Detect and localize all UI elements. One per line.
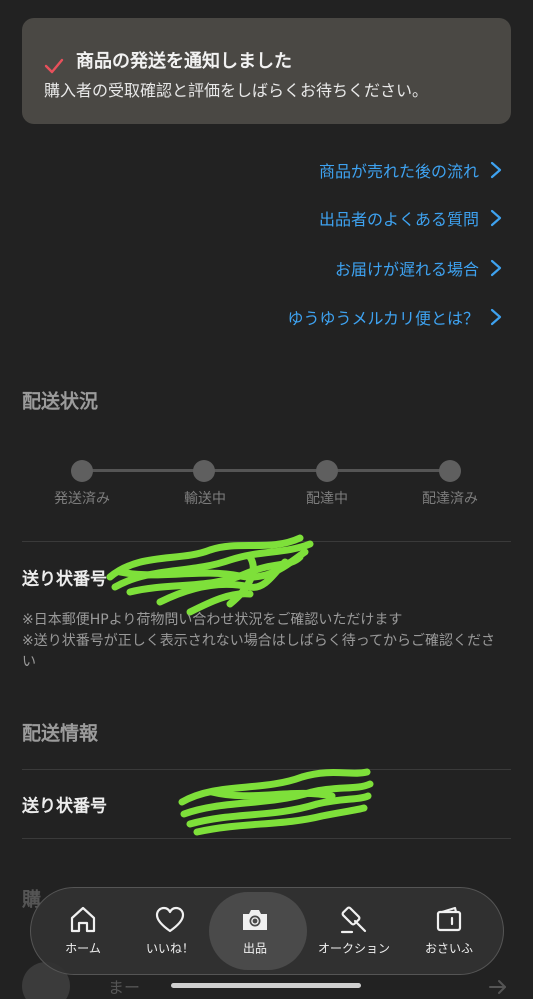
divider (22, 838, 511, 839)
nav-label: おさいふ (424, 941, 474, 956)
nav-label: ホーム (65, 941, 101, 956)
home-indicator[interactable] (171, 983, 361, 988)
nav-wallet[interactable]: おさいふ (401, 888, 497, 976)
status-dot-delivered (439, 460, 461, 482)
redaction-scribble (178, 768, 374, 836)
link-seller-faq[interactable]: 出品者のよくある質問 (319, 203, 503, 233)
nav-sell[interactable]: 出品 (207, 888, 307, 976)
nav-label: オークション (317, 941, 391, 956)
status-dot-shipped (71, 460, 93, 482)
chevron-right-icon (490, 259, 502, 277)
buyer-name: まー (108, 978, 141, 997)
notice-message: 購入者の受取確認と評価をしばらくお待ちください。 (44, 81, 429, 100)
nav-label: いいね！ (145, 941, 195, 956)
link-label: 出品者のよくある質問 (318, 210, 479, 229)
link-delivery-delay[interactable]: お届けが遅れる場合 (335, 253, 503, 283)
status-step-label: 配達済み (422, 491, 478, 507)
link-label: お届けが遅れる場合 (334, 260, 479, 279)
chevron-right-icon (490, 161, 502, 179)
status-step-label: 発送済み (54, 491, 110, 507)
arrow-right-icon[interactable] (488, 978, 508, 996)
nav-home[interactable]: ホーム (35, 888, 131, 976)
bottom-nav: ホーム いいね！ 出品 オークション おさいふ (30, 887, 504, 975)
chevron-right-icon (490, 308, 502, 326)
tracking-number-label: 送り状番号 (22, 569, 107, 590)
notice-title: 商品の発送を通知しました (76, 51, 292, 72)
gavel-icon (340, 906, 367, 934)
home-icon (70, 906, 96, 933)
link-label: 商品が売れた後の流れ (318, 162, 479, 181)
link-yuyu-mercari-bin[interactable]: ゆうゆうメルカリ便とは？ (287, 302, 503, 332)
status-dot-in-transit (193, 460, 215, 482)
chevron-right-icon (490, 209, 502, 227)
nav-likes[interactable]: いいね！ (122, 888, 218, 976)
shipping-info-heading: 配送情報 (22, 722, 99, 745)
camera-icon (243, 910, 267, 930)
tracking-note-1: ※日本郵便HPより荷物問い合わせ状況をご確認いただけます (22, 612, 403, 628)
nav-label: 出品 (242, 941, 268, 956)
wallet-icon (436, 906, 462, 932)
nav-auction[interactable]: オークション (306, 888, 402, 976)
status-dot-out-for-delivery (316, 460, 338, 482)
check-icon (44, 58, 64, 74)
shipping-info-tracking-label: 送り状番号 (22, 796, 107, 817)
tracking-note-2: ※送り状番号が正しく表示されない場合はしばらく待ってからご確認ください (22, 633, 496, 670)
status-track-line (82, 469, 450, 472)
status-step-label: 輸送中 (184, 491, 226, 507)
shipping-status-heading: 配送状況 (22, 390, 99, 413)
shipping-notice-card: 商品の発送を通知しました 購入者の受取確認と評価をしばらくお待ちください。 (22, 18, 511, 124)
heart-icon (155, 906, 185, 933)
redaction-scribble (106, 534, 314, 616)
link-after-sale-flow[interactable]: 商品が売れた後の流れ (319, 155, 503, 185)
status-step-label: 配達中 (306, 491, 348, 507)
link-label: ゆうゆうメルカリ便とは？ (287, 309, 479, 328)
